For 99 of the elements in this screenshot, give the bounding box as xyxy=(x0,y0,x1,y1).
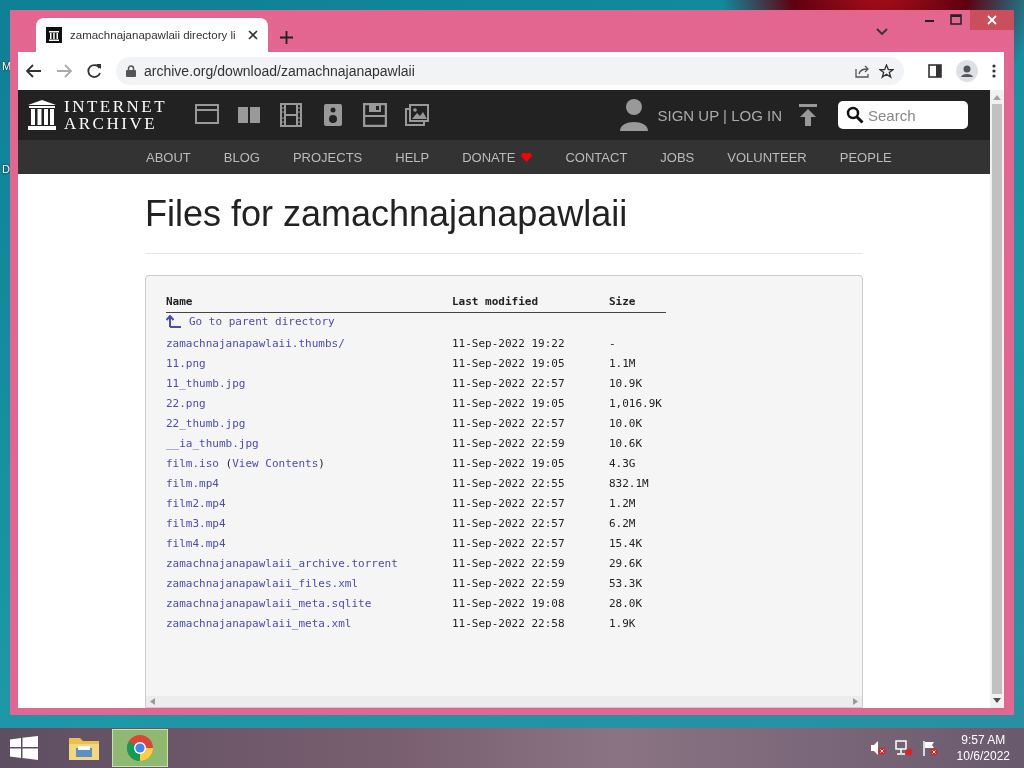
scroll-down-icon[interactable] xyxy=(993,698,1001,704)
bracket: ) xyxy=(318,456,325,470)
size-cell-text: 4.3G xyxy=(609,455,637,472)
file-link[interactable]: zamachnajanapawlaii.thumbs/ xyxy=(166,336,345,350)
desktop-icon-label[interactable]: M xyxy=(2,60,12,72)
network-icon[interactable] xyxy=(894,740,913,756)
modified-cell-text: 11-Sep-2022 22:57 xyxy=(452,375,566,392)
size-cell-text: - xyxy=(609,335,617,352)
profile-icon[interactable] xyxy=(956,60,978,82)
modified-cell-text: 11-Sep-2022 22:59 xyxy=(452,435,566,452)
file-link[interactable]: zamachnajanapawlaii_meta.xml xyxy=(166,616,352,630)
size-cell-text: 15.4K xyxy=(609,535,644,552)
file-link[interactable]: 22_thumb.jpg xyxy=(166,416,246,430)
reload-icon[interactable] xyxy=(86,63,102,79)
size-cell-text: 1.9K xyxy=(609,615,637,632)
file-link[interactable]: __ia_thumb.jpg xyxy=(166,436,259,450)
flag-icon[interactable] xyxy=(921,740,938,756)
sign-up-login-link[interactable]: SIGN UP | LOG IN xyxy=(657,106,782,124)
column-header: Name xyxy=(166,295,452,313)
bracket: ( xyxy=(225,456,233,470)
modified-cell-text: 11-Sep-2022 22:57 xyxy=(452,415,566,432)
upload-icon[interactable] xyxy=(798,104,818,126)
windows-start-icon[interactable] xyxy=(10,736,38,760)
address-bar[interactable]: archive.org/download/zamachnajanapawlaii xyxy=(116,57,904,85)
up-arrow-icon xyxy=(166,315,181,328)
browser-tab[interactable]: zamachnajanapawlaii directory li xyxy=(36,18,268,52)
site-logo-text[interactable]: INTERNET ARCHIVE xyxy=(64,98,168,132)
scrollbar-thumb[interactable] xyxy=(992,104,1002,694)
file-link[interactable]: 22.png xyxy=(166,396,206,410)
back-icon[interactable] xyxy=(26,64,42,78)
size-cell-text: 6.2M xyxy=(609,515,637,532)
chrome-icon xyxy=(126,734,154,762)
modified-cell-text: 11-Sep-2022 22:57 xyxy=(452,495,566,512)
new-tab-icon[interactable] xyxy=(280,31,293,44)
desktop-icon-label[interactable]: D xyxy=(2,163,10,175)
page-heading: Files for zamachnajanapawlaii xyxy=(145,194,629,234)
file-link[interactable]: zamachnajanapawlaii_files.xml xyxy=(166,576,359,590)
muted-speaker-icon[interactable] xyxy=(869,740,886,756)
size-cell-text: 10.0K xyxy=(609,415,644,432)
column-header: Last modified xyxy=(452,295,609,313)
side-panel-icon[interactable] xyxy=(928,64,942,78)
menu-icon[interactable] xyxy=(992,64,996,78)
modified-cell-text: 11-Sep-2022 19:05 xyxy=(452,355,566,372)
size-cell-text: 10.9K xyxy=(609,375,644,392)
search-field[interactable]: Search xyxy=(838,101,968,129)
size-cell-text: 10.6K xyxy=(609,435,644,452)
size-cell-text: 28.0K xyxy=(609,595,644,612)
file-link[interactable]: zamachnajanapawlaii_archive.torrent xyxy=(166,556,398,570)
images-icon[interactable] xyxy=(405,103,430,127)
modified-cell-text: 11-Sep-2022 22:57 xyxy=(452,535,566,552)
star-icon[interactable] xyxy=(879,63,894,79)
search-icon xyxy=(846,106,864,124)
nav-link[interactable]: ABOUT xyxy=(146,149,191,165)
file-link[interactable]: 11.png xyxy=(166,356,206,370)
clock-date[interactable]: 10/6/2022 xyxy=(956,748,1010,764)
nav-link[interactable]: DONATE xyxy=(462,149,533,165)
size-cell-text: 53.3K xyxy=(609,575,644,592)
modified-cell-text: 11-Sep-2022 19:05 xyxy=(452,395,566,412)
temple-icon[interactable] xyxy=(28,100,56,130)
nav-link[interactable]: HELP xyxy=(395,149,430,165)
lock-icon xyxy=(126,65,136,77)
modified-cell: 11-Sep-2022 22:59 xyxy=(452,553,609,573)
view-contents-link[interactable]: View Contents xyxy=(232,456,319,470)
person-icon[interactable] xyxy=(619,99,648,131)
file-link[interactable]: film3.mp4 xyxy=(166,516,226,530)
column-header: Size xyxy=(609,295,666,313)
modified-cell: 11-Sep-2022 22:59 xyxy=(452,573,609,593)
modified-cell: 11-Sep-2022 22:55 xyxy=(452,473,609,493)
modified-cell: 11-Sep-2022 19:05 xyxy=(452,453,609,473)
file-link[interactable]: zamachnajanapawlaii_meta.sqlite xyxy=(166,596,372,610)
nav-link[interactable]: CONTACT xyxy=(565,149,628,165)
size-cell-text: 1.1M xyxy=(609,355,637,372)
file-link[interactable]: film2.mp4 xyxy=(166,496,226,510)
nav-link[interactable]: PROJECTS xyxy=(292,149,363,165)
nav-link[interactable]: JOBS xyxy=(660,149,695,165)
size-cell-text: 29.6K xyxy=(609,555,644,572)
modified-cell-text: 11-Sep-2022 22:58 xyxy=(452,615,566,632)
size-cell-text: 1,016.9K xyxy=(609,395,663,412)
modified-cell: 11-Sep-2022 22:57 xyxy=(452,513,609,533)
browser-window-icon[interactable] xyxy=(195,103,220,127)
nav-link[interactable]: VOLUNTEER xyxy=(727,149,807,165)
file-link[interactable]: film4.mp4 xyxy=(166,536,226,550)
modified-cell: 11-Sep-2022 19:08 xyxy=(452,593,609,613)
parent-directory-link[interactable]: Go to parent directory xyxy=(166,315,335,328)
film-strip-icon[interactable] xyxy=(279,103,304,127)
file-link[interactable]: 11_thumb.jpg xyxy=(166,376,246,390)
share-icon[interactable] xyxy=(855,64,871,78)
size-cell-text: 1.2M xyxy=(609,495,637,512)
close-icon[interactable] xyxy=(248,30,258,40)
size-cell-text: 832.1M xyxy=(609,475,650,492)
file-link[interactable]: film.iso xyxy=(166,456,219,470)
clock-time[interactable]: 9:57 AM xyxy=(956,732,1010,748)
taskbar-app-button[interactable] xyxy=(112,729,168,767)
modified-cell-text: 11-Sep-2022 19:22 xyxy=(452,335,566,352)
nav-link[interactable]: PEOPLE xyxy=(839,149,892,165)
file-link[interactable]: film.mp4 xyxy=(166,476,219,490)
chevron-down-icon[interactable] xyxy=(876,28,888,36)
nav-link[interactable]: BLOG xyxy=(223,149,260,165)
temple-icon xyxy=(46,27,62,43)
